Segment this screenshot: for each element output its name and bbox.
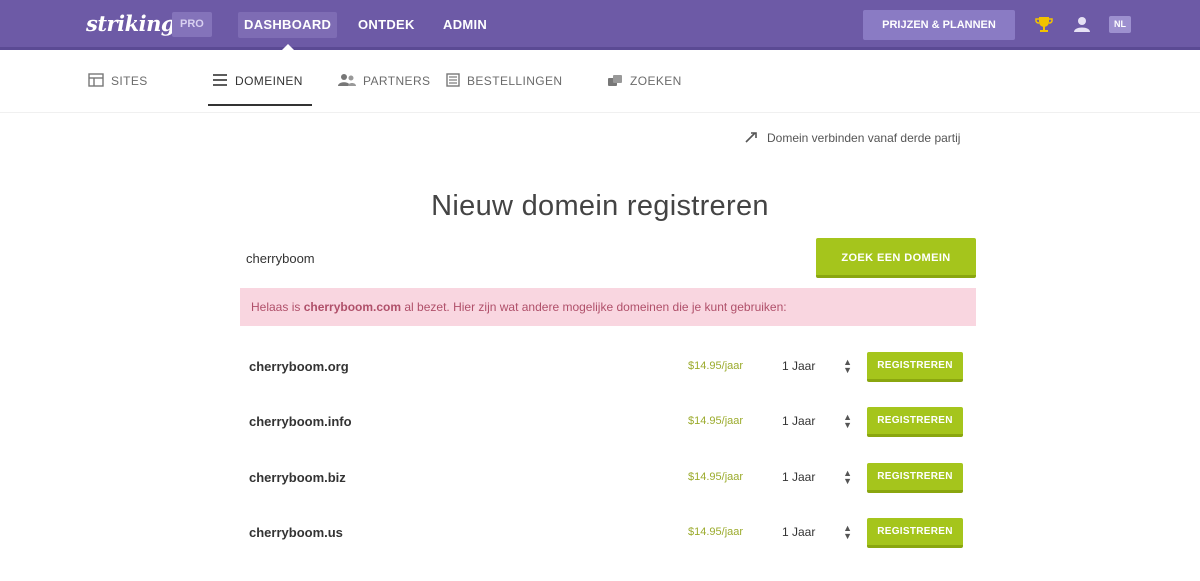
years-value: 1 Jaar — [782, 414, 816, 428]
register-button[interactable]: REGISTREREN — [867, 518, 963, 548]
user-icon[interactable] — [1071, 13, 1093, 35]
subnav-domains-label: DOMEINEN — [235, 74, 303, 88]
register-button[interactable]: REGISTREREN — [867, 407, 963, 437]
domain-price: $14.95/jaar — [688, 526, 744, 538]
select-arrows-icon: ▲ ▼ — [843, 523, 852, 541]
alert-domain: cherryboom.com — [303, 300, 402, 314]
alert-suffix: al bezet. Hier zijn wat andere mogelijke… — [401, 300, 787, 314]
nav-discover[interactable]: ONTDEK — [352, 12, 421, 38]
subnav-partners-label: PARTNERS — [363, 74, 431, 88]
language-badge[interactable]: NL — [1109, 16, 1131, 33]
subnav-sites-label: SITES — [111, 74, 148, 88]
domain-name: cherryboom.biz — [249, 470, 346, 485]
nav-dashboard[interactable]: DASHBOARD — [238, 12, 338, 38]
alert-prefix: Helaas is — [251, 300, 304, 314]
domain-suggestion-row: cherryboom.biz $14.95/jaar 1 Jaar ▲ ▼ REGI… — [240, 461, 976, 495]
domains-icon — [212, 73, 228, 90]
subnav-partners[interactable]: PARTNERS — [338, 70, 430, 92]
subnav-search[interactable]: ZOEKEN — [607, 70, 682, 92]
link-icon — [745, 131, 759, 146]
subnav-domains[interactable]: DOMEINEN — [212, 70, 303, 92]
domain-suggestion-row: cherryboom.info $14.95/jaar 1 Jaar ▲ ▼ REG… — [240, 405, 976, 439]
active-tab-underline — [208, 104, 312, 106]
years-value: 1 Jaar — [782, 525, 816, 539]
years-select[interactable]: 1 Jaar ▲ ▼ — [780, 352, 852, 380]
domain-taken-alert: Helaas is cherryboom.com al bezet. Hier … — [240, 288, 976, 326]
domain-search-input[interactable] — [240, 238, 810, 278]
domain-price: $14.95/jaar — [688, 415, 744, 427]
years-value: 1 Jaar — [782, 470, 816, 484]
trophy-icon[interactable] — [1033, 13, 1055, 35]
page-title: Nieuw domein registreren — [431, 190, 769, 222]
orders-icon — [446, 72, 460, 90]
connect-domain-link[interactable]: Domein verbinden vanaf derde partij — [745, 128, 960, 148]
partners-icon — [338, 73, 356, 90]
years-value: 1 Jaar — [782, 359, 816, 373]
domain-price: $14.95/jaar — [688, 360, 744, 372]
domain-name: cherryboom.org — [249, 359, 349, 374]
top-navigation-bar: strikingly PRO DASHBOARD ONTDEK ADMIN PR… — [0, 0, 1200, 50]
domain-price: $14.95/jaar — [688, 471, 744, 483]
domain-suggestion-row: cherryboom.org $14.95/jaar 1 Jaar ▲ ▼ REGI… — [240, 350, 976, 384]
connect-domain-label: Domein verbinden vanaf derde partij — [767, 131, 961, 145]
plan-badge: PRO — [172, 12, 212, 37]
domain-name: cherryboom.us — [249, 525, 343, 540]
nav-admin[interactable]: ADMIN — [437, 12, 493, 38]
subnav-sites[interactable]: SITES — [88, 70, 148, 92]
subnav-orders-label: BESTELLINGEN — [467, 74, 563, 88]
select-arrows-icon: ▲ ▼ — [843, 468, 852, 486]
select-arrows-icon: ▲ ▼ — [843, 412, 852, 430]
subnav-divider — [0, 112, 1200, 113]
sites-icon — [88, 72, 104, 90]
search-domain-button[interactable]: ZOEK EEN DOMEIN — [816, 238, 976, 278]
domain-name: cherryboom.info — [249, 414, 352, 429]
years-select[interactable]: 1 Jaar ▲ ▼ — [780, 518, 852, 546]
select-arrows-icon: ▲ ▼ — [843, 357, 852, 375]
domain-search-form: ZOEK EEN DOMEIN — [240, 238, 976, 278]
subnav-orders[interactable]: BESTELLINGEN — [446, 70, 563, 92]
register-button[interactable]: REGISTREREN — [867, 352, 963, 382]
register-button[interactable]: REGISTREREN — [867, 463, 963, 493]
years-select[interactable]: 1 Jaar ▲ ▼ — [780, 463, 852, 491]
subnav-search-label: ZOEKEN — [630, 74, 682, 88]
domain-suggestion-row: cherryboom.us $14.95/jaar 1 Jaar ▲ ▼ REGIS… — [240, 516, 976, 550]
active-nav-indicator — [282, 44, 294, 50]
search-icon — [607, 73, 623, 90]
pricing-plans-button[interactable]: PRIJZEN & PLANNEN — [863, 10, 1015, 40]
years-select[interactable]: 1 Jaar ▲ ▼ — [780, 407, 852, 435]
